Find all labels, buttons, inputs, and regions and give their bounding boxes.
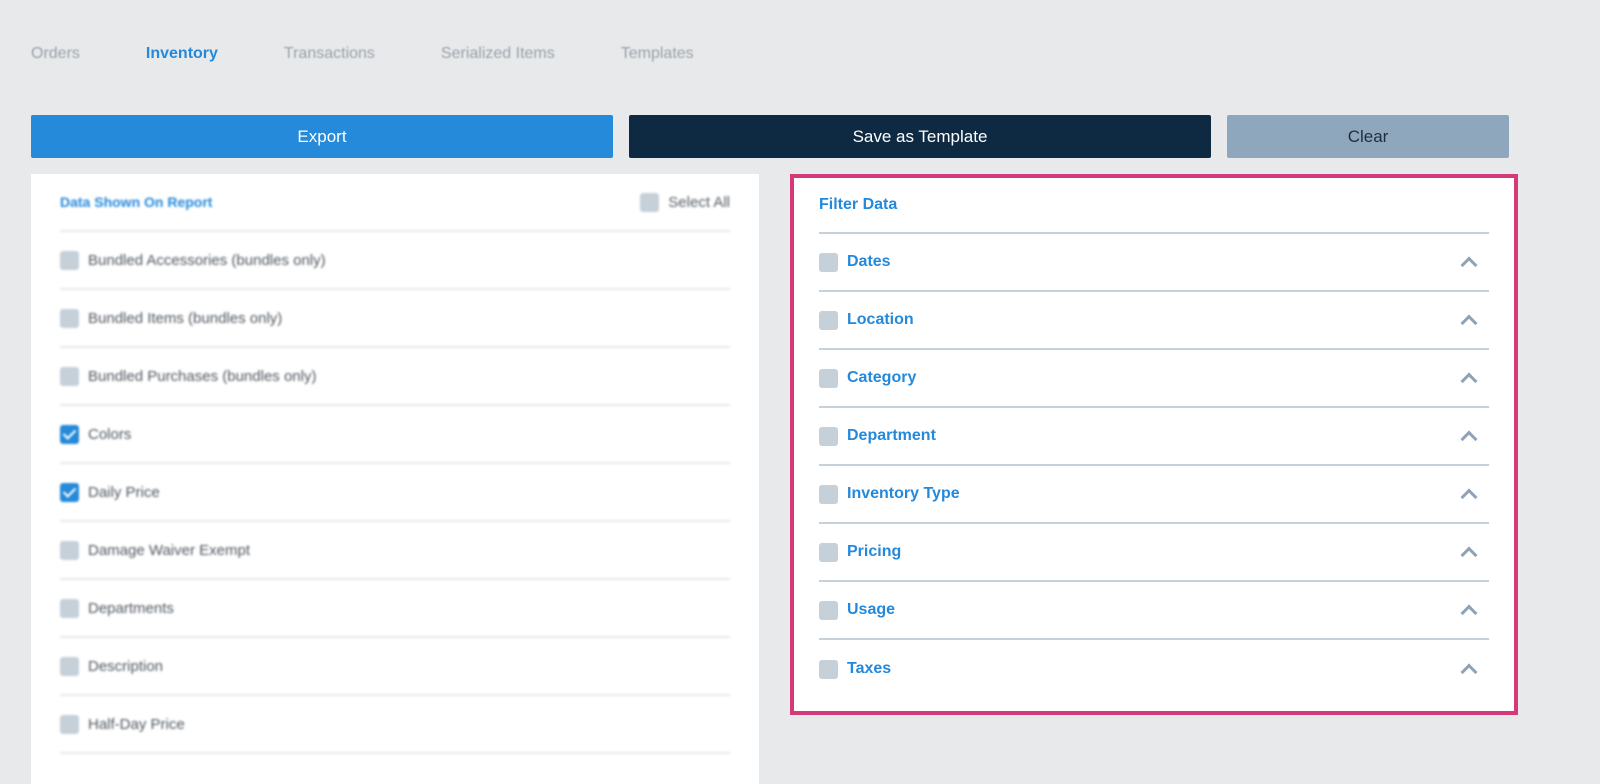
report-field-item[interactable]: Bundled Purchases (bundles only) <box>60 348 730 406</box>
chevron-up-icon[interactable] <box>1460 604 1478 622</box>
field-label: Bundled Items (bundles only) <box>88 309 283 327</box>
field-label: Half-Day Price <box>88 715 185 733</box>
chevron-up-icon[interactable] <box>1460 314 1478 332</box>
tab-inventory[interactable]: Inventory <box>146 45 218 63</box>
report-field-item[interactable]: Bundled Accessories (bundles only) <box>60 232 730 290</box>
checkbox-icon[interactable] <box>60 424 79 444</box>
filter-label: Category <box>847 369 917 386</box>
panel-title: Filter Data <box>819 178 1489 234</box>
filter-label: Location <box>847 311 914 328</box>
tab-transactions[interactable]: Transactions <box>284 45 375 63</box>
filter-label: Taxes <box>847 660 892 677</box>
report-field-item[interactable]: Damage Waiver Exempt <box>60 522 730 580</box>
filter-section-inventory-type[interactable]: Inventory Type <box>819 466 1489 524</box>
checkbox-icon[interactable] <box>819 600 838 620</box>
tab-orders[interactable]: Orders <box>31 45 80 63</box>
report-field-item[interactable]: Colors <box>60 406 730 464</box>
checkbox-icon[interactable] <box>60 482 79 502</box>
save-as-template-button[interactable]: Save as Template <box>629 115 1211 158</box>
field-label: Bundled Purchases (bundles only) <box>88 367 317 385</box>
tab-templates[interactable]: Templates <box>621 45 694 63</box>
filter-data-panel: Filter Data Dates Location Category Departm… <box>790 174 1518 715</box>
checkbox-icon[interactable] <box>819 484 838 504</box>
checkbox-icon[interactable] <box>60 656 79 676</box>
checkbox-icon[interactable] <box>60 250 79 270</box>
checkbox-icon[interactable] <box>60 598 79 618</box>
filter-label: Department <box>847 427 936 444</box>
field-label: Description <box>88 657 164 675</box>
report-field-item[interactable]: Half-Day Price <box>60 696 730 754</box>
chevron-up-icon[interactable] <box>1460 663 1478 681</box>
chevron-up-icon[interactable] <box>1460 430 1478 448</box>
checkbox-icon[interactable] <box>819 659 838 679</box>
checkbox-icon[interactable] <box>819 310 838 330</box>
panel-title: Data Shown On Report <box>60 194 213 210</box>
filter-section-department[interactable]: Department <box>819 408 1489 466</box>
checkbox-icon[interactable] <box>819 542 838 562</box>
chevron-up-icon[interactable] <box>1460 256 1478 274</box>
filter-section-location[interactable]: Location <box>819 292 1489 350</box>
filter-section-category[interactable]: Category <box>819 350 1489 408</box>
report-field-item[interactable]: Description <box>60 638 730 696</box>
chevron-up-icon[interactable] <box>1460 372 1478 390</box>
tab-serialized-items[interactable]: Serialized Items <box>441 45 555 63</box>
select-all-label: Select All <box>668 193 730 211</box>
report-field-item[interactable]: Bundled Items (bundles only) <box>60 290 730 348</box>
checkbox-icon[interactable] <box>60 540 79 560</box>
field-label: Daily Price <box>88 483 160 501</box>
export-button[interactable]: Export <box>31 115 613 158</box>
chevron-up-icon[interactable] <box>1460 488 1478 506</box>
filter-label: Dates <box>847 253 891 270</box>
filter-label: Inventory Type <box>847 485 960 502</box>
checkbox-icon[interactable] <box>60 308 79 328</box>
checkbox-icon[interactable] <box>819 426 838 446</box>
filter-label: Pricing <box>847 543 902 560</box>
field-label: Bundled Accessories (bundles only) <box>88 251 326 269</box>
checkbox-icon[interactable] <box>60 714 79 734</box>
filter-label: Usage <box>847 601 896 618</box>
checkbox-icon[interactable] <box>819 368 838 388</box>
field-label: Colors <box>88 425 132 443</box>
filter-section-usage[interactable]: Usage <box>819 582 1489 640</box>
report-field-item[interactable]: Daily Price <box>60 464 730 522</box>
field-label: Departments <box>88 599 174 617</box>
checkbox-icon[interactable] <box>60 366 79 386</box>
data-shown-panel: Data Shown On Report Select All Bundled … <box>31 174 759 784</box>
filter-section-dates[interactable]: Dates <box>819 234 1489 292</box>
checkbox-icon[interactable] <box>819 252 838 272</box>
select-all-checkbox[interactable]: Select All <box>640 192 730 212</box>
field-label: Damage Waiver Exempt <box>88 541 250 559</box>
filter-section-taxes[interactable]: Taxes <box>819 640 1489 698</box>
report-field-item[interactable]: Departments <box>60 580 730 638</box>
chevron-up-icon[interactable] <box>1460 546 1478 564</box>
filter-section-pricing[interactable]: Pricing <box>819 524 1489 582</box>
clear-button[interactable]: Clear <box>1227 115 1509 158</box>
checkbox-icon <box>640 192 660 212</box>
report-tabs: Orders Inventory Transactions Serialized It… <box>31 45 760 63</box>
